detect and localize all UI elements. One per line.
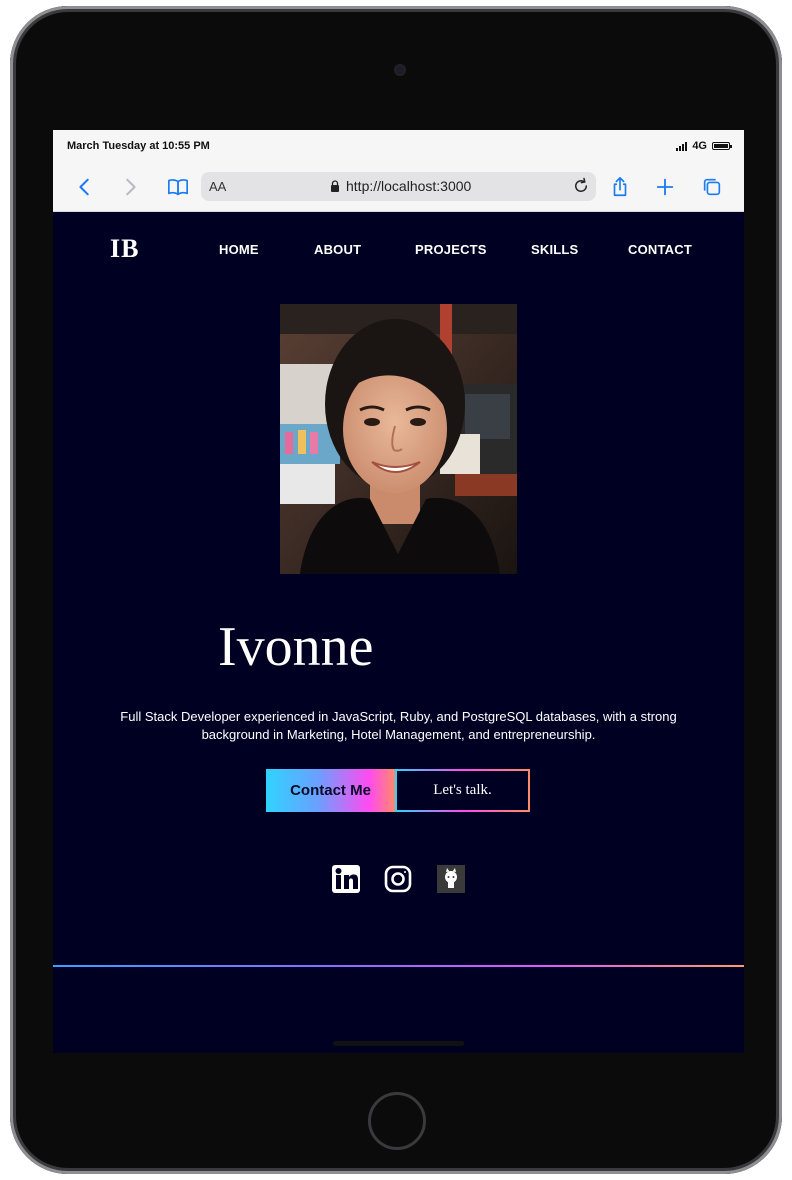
url-text: http://localhost:3000 (346, 178, 472, 194)
gradient-divider (53, 965, 744, 967)
tabs-icon[interactable] (698, 173, 726, 201)
browser-toolbar: AA http://localhost:3000 (53, 164, 744, 212)
web-page: IB HOME ABOUT PROJECTS SKILLS CONTACT Iv… (53, 212, 744, 1053)
front-camera (394, 64, 406, 76)
status-time: March Tuesday at 10:55 PM (67, 140, 210, 152)
nav-home[interactable]: HOME (219, 242, 259, 257)
profile-photo (280, 304, 517, 574)
contact-me-button[interactable]: Contact Me (266, 769, 395, 812)
new-tab-icon[interactable] (651, 173, 679, 201)
back-icon[interactable] (71, 173, 99, 201)
network-label: 4G (692, 140, 707, 152)
instagram-icon[interactable] (384, 865, 412, 893)
share-icon[interactable] (606, 173, 634, 201)
lets-talk-button[interactable]: Let's talk. (395, 769, 530, 812)
hero-name: Ivonne (218, 616, 374, 678)
reader-options-button[interactable]: AA (209, 179, 226, 194)
social-links (332, 865, 467, 895)
address-bar[interactable]: AA http://localhost:3000 (201, 172, 596, 201)
lock-icon (331, 180, 339, 192)
screen: March Tuesday at 10:55 PM 4G AA http://l… (53, 130, 744, 1053)
status-indicators: 4G (676, 140, 732, 152)
github-icon[interactable] (437, 865, 465, 893)
home-button[interactable] (368, 1092, 426, 1150)
nav-skills[interactable]: SKILLS (531, 242, 578, 257)
nav-contact[interactable]: CONTACT (628, 242, 692, 257)
status-bar: March Tuesday at 10:55 PM 4G (53, 130, 744, 164)
home-indicator (333, 1041, 464, 1046)
forward-icon[interactable] (116, 173, 144, 201)
reload-icon[interactable] (572, 177, 590, 195)
nav-about[interactable]: ABOUT (314, 242, 361, 257)
hero-bio: Full Stack Developer experienced in Java… (120, 709, 677, 742)
linkedin-icon[interactable] (332, 865, 360, 893)
signal-icon (676, 141, 688, 151)
main-nav: HOME ABOUT PROJECTS SKILLS CONTACT (53, 242, 744, 262)
battery-icon (712, 142, 732, 150)
bookmarks-icon[interactable] (164, 173, 192, 201)
nav-projects[interactable]: PROJECTS (415, 242, 487, 257)
